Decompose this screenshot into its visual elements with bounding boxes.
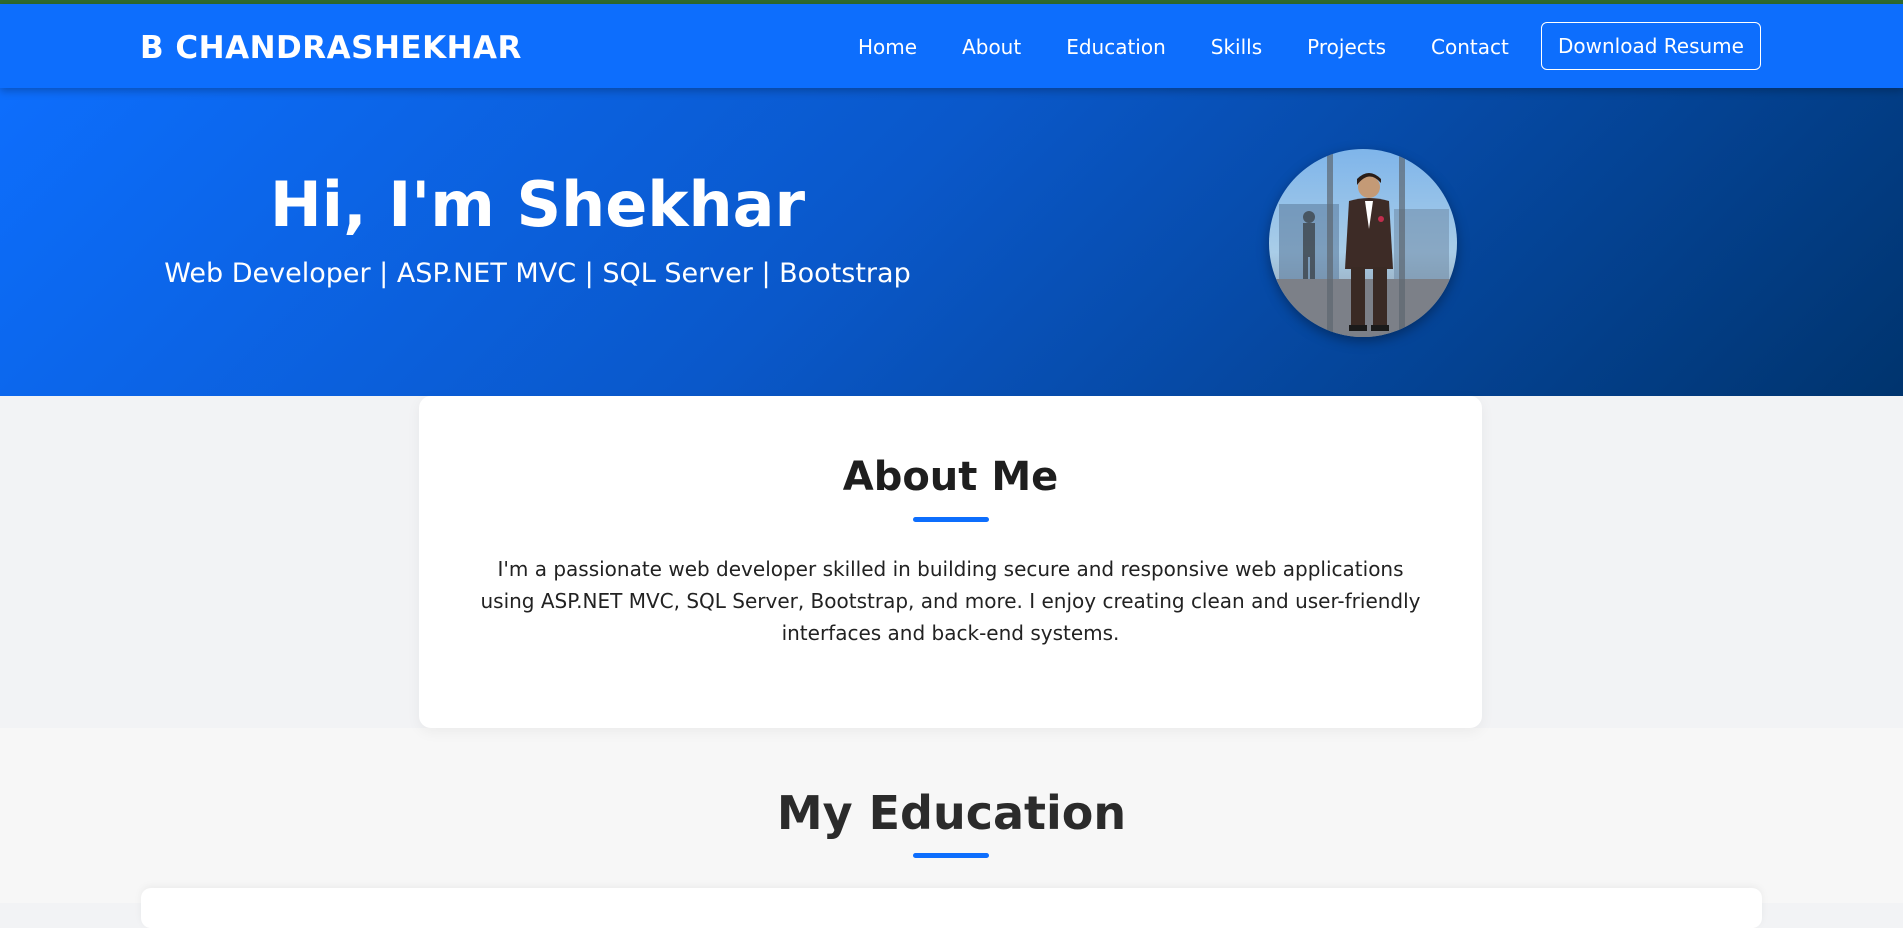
- hero-title: Hi, I'm Shekhar: [269, 168, 806, 241]
- education-title: My Education: [776, 786, 1127, 840]
- about-card: About Me I'm a passionate web developer …: [419, 396, 1482, 728]
- about-title-underline: [913, 517, 989, 522]
- profile-photo: [1269, 149, 1457, 337]
- nav-link-projects[interactable]: Projects: [1307, 35, 1386, 59]
- profile-photo-image: [1269, 149, 1457, 337]
- about-text: I'm a passionate web developer skilled i…: [480, 557, 1421, 645]
- nav-link-skills[interactable]: Skills: [1211, 35, 1262, 59]
- brand-logo[interactable]: B CHANDRASHEKHAR: [140, 30, 522, 66]
- navbar: B CHANDRASHEKHAR Home About Education Sk…: [0, 4, 1903, 88]
- about-title: About Me: [842, 454, 1059, 500]
- nav-link-about[interactable]: About: [962, 35, 1021, 59]
- education-card: [141, 888, 1762, 928]
- education-title-underline: [913, 853, 989, 858]
- hero-subtitle: Web Developer | ASP.NET MVC | SQL Server…: [164, 258, 911, 289]
- nav-link-contact[interactable]: Contact: [1431, 35, 1509, 59]
- nav-link-education[interactable]: Education: [1066, 35, 1166, 59]
- hero-section: Hi, I'm Shekhar Web Developer | ASP.NET …: [0, 88, 1903, 396]
- nav-link-home[interactable]: Home: [858, 35, 917, 59]
- download-resume-button[interactable]: Download Resume: [1541, 22, 1761, 70]
- nav-links: Home About Education Skills Projects Con…: [858, 35, 1554, 59]
- education-section: My Education: [0, 728, 1903, 928]
